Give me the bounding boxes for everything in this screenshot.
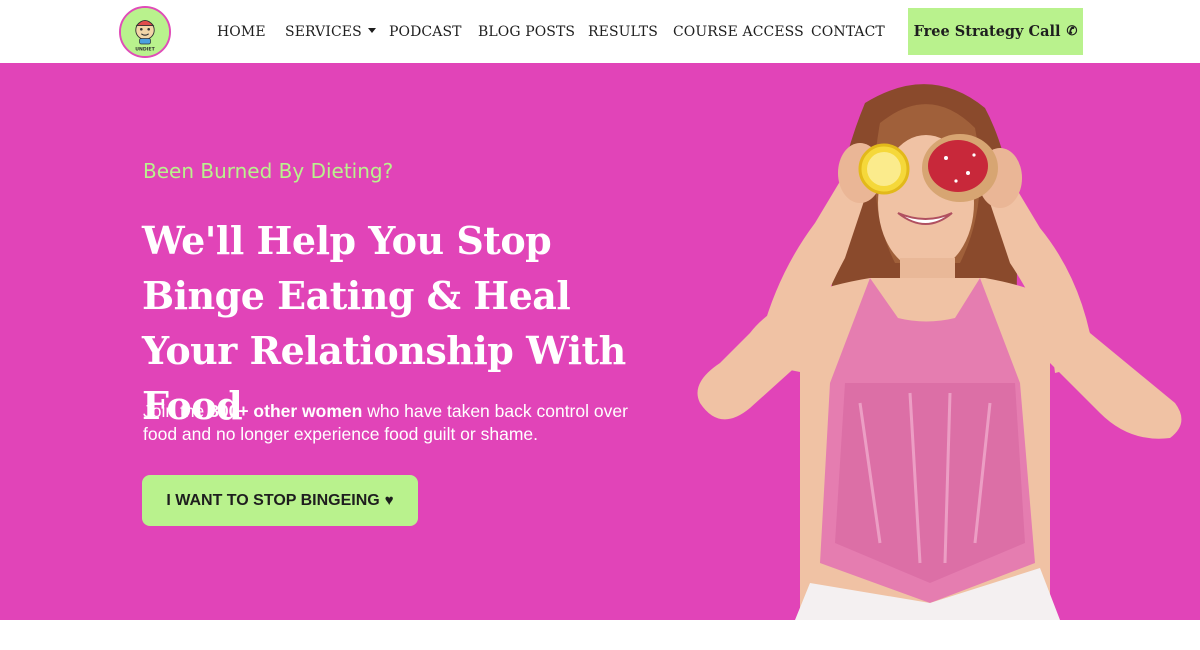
brand-logo[interactable]: UNDIET (119, 6, 171, 58)
logo-mascot-icon: UNDIET (121, 8, 169, 56)
hero-eyebrow: Been Burned By Dieting? (143, 159, 394, 183)
hero-subtext-bold: 800+ other women (209, 401, 363, 421)
free-strategy-call-label: Free Strategy Call (913, 23, 1061, 40)
phone-icon: ✆ (1066, 24, 1078, 39)
woman-holding-fruit-image (697, 84, 1182, 620)
hero-subtext-prefix: Join the (143, 401, 210, 421)
hero-section: Been Burned By Dieting? We'll Help You S… (0, 63, 1200, 620)
nav-course-access[interactable]: COURSE ACCESS (673, 22, 804, 42)
free-strategy-call-button[interactable]: Free Strategy Call ✆ (908, 8, 1083, 55)
page-bottom-strip (0, 620, 1200, 650)
stop-bingeing-label: I WANT TO STOP BINGEING (166, 491, 380, 509)
nav-services-label: SERVICES (285, 24, 362, 40)
svg-text:UNDIET: UNDIET (135, 46, 155, 52)
nav-contact[interactable]: CONTACT (811, 22, 885, 42)
hero-photo (630, 63, 1200, 620)
nav-results[interactable]: RESULTS (588, 22, 658, 42)
hero-subtext: Join the 800+ other women who have taken… (143, 400, 663, 446)
heart-icon: ♥ (384, 492, 394, 509)
nav-home[interactable]: HOME (217, 22, 266, 42)
site-header: UNDIET HOME SERVICES PODCAST BLOG POSTS … (0, 0, 1200, 63)
chevron-down-icon (367, 27, 376, 33)
stop-bingeing-button[interactable]: I WANT TO STOP BINGEING ♥ (142, 475, 418, 526)
nav-blog-posts[interactable]: BLOG POSTS (478, 22, 575, 42)
nav-podcast[interactable]: PODCAST (389, 22, 462, 42)
nav-services[interactable]: SERVICES (285, 22, 376, 42)
